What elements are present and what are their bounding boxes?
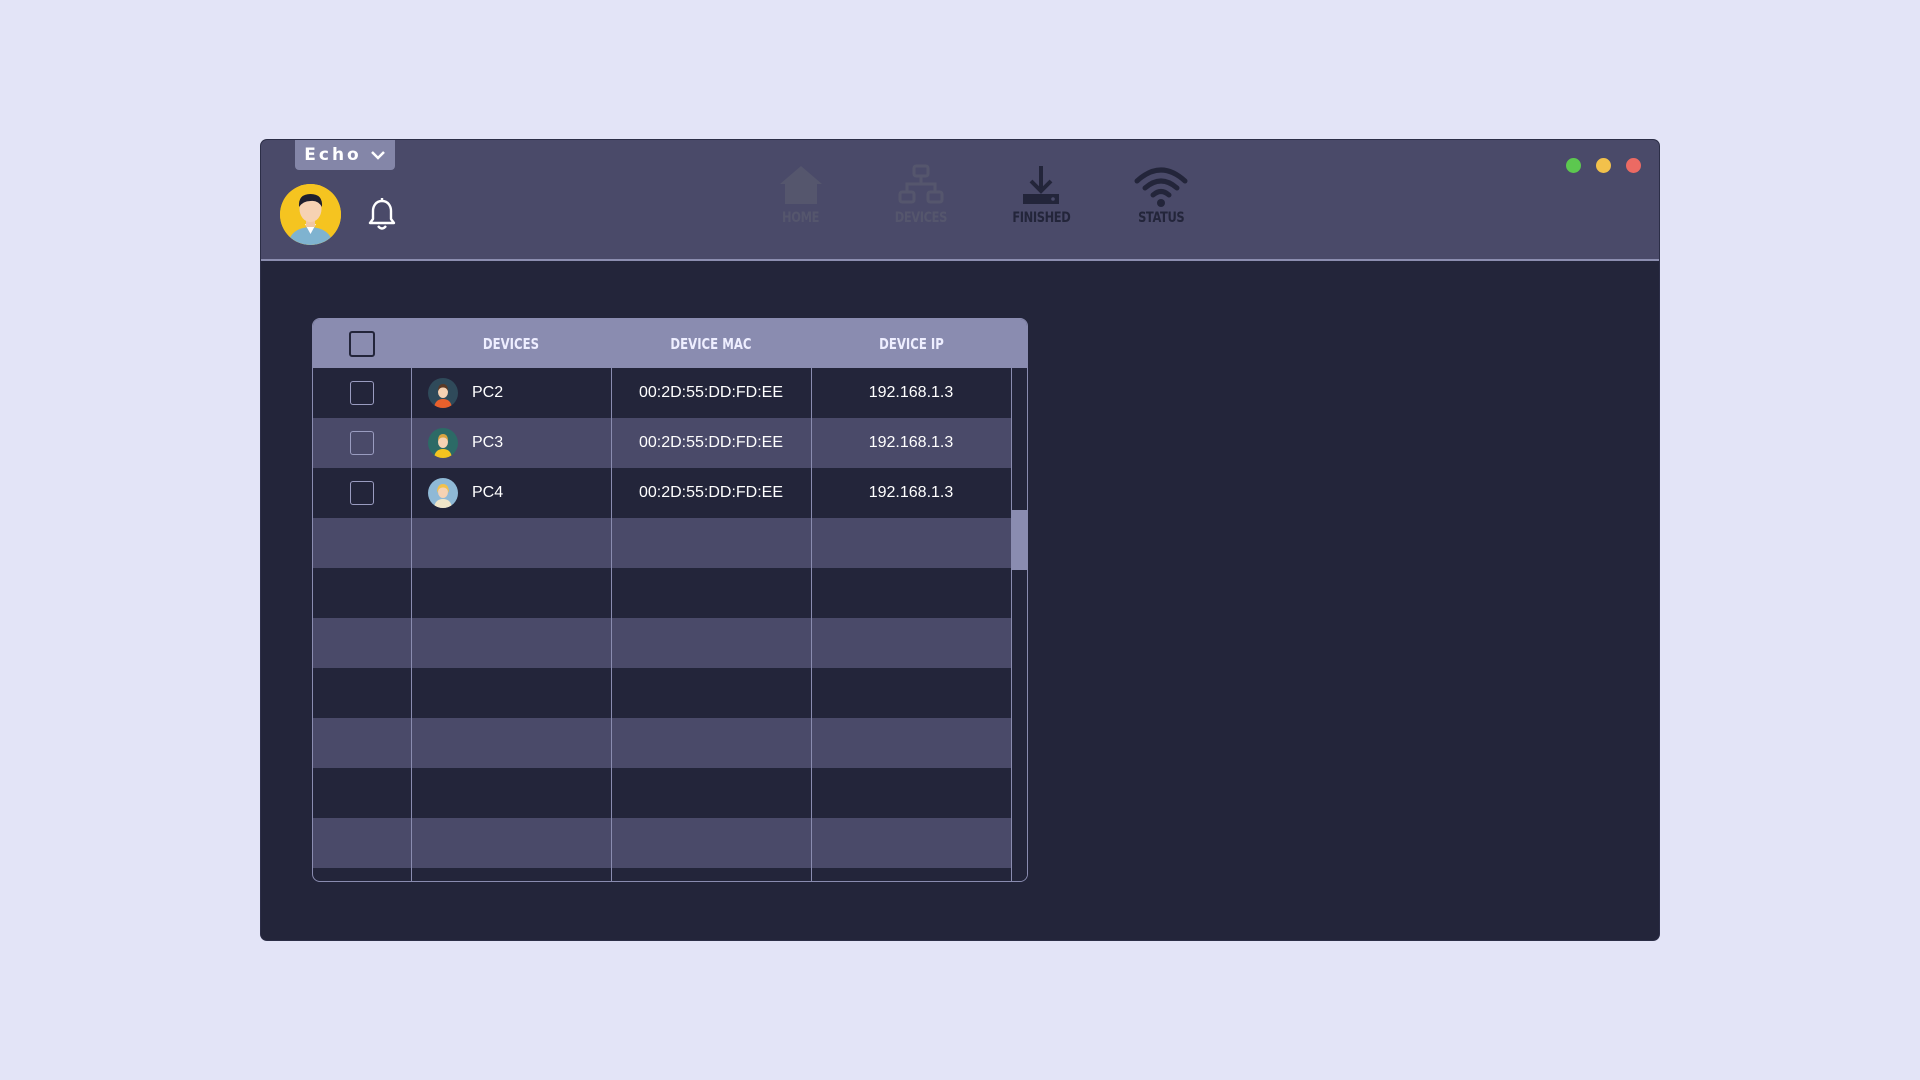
nav-status[interactable]: STATUS bbox=[1101, 164, 1221, 226]
column-divider bbox=[411, 368, 412, 881]
nav-devices-label: DEVICES bbox=[894, 210, 948, 226]
column-divider bbox=[611, 368, 612, 881]
window-minimize-button[interactable] bbox=[1596, 158, 1611, 173]
nav-status-label: STATUS bbox=[1137, 210, 1185, 226]
notification-bell-icon[interactable] bbox=[367, 197, 397, 231]
device-ip: 192.168.1.3 bbox=[868, 434, 954, 451]
window-maximize-button[interactable] bbox=[1566, 158, 1581, 173]
device-name: PC3 bbox=[472, 434, 504, 451]
chevron-down-icon bbox=[370, 151, 385, 160]
device-ip: 192.168.1.3 bbox=[868, 484, 954, 501]
network-icon bbox=[898, 164, 944, 204]
table-row[interactable]: PC3 00:2D:55:DD:FD:EE 192.168.1.3 bbox=[313, 418, 1011, 468]
home-icon bbox=[780, 166, 822, 204]
device-avatar bbox=[428, 478, 458, 508]
table-header: DEVICES DEVICE MAC DEVICE IP bbox=[313, 319, 1027, 368]
column-header-devices[interactable]: DEVICES bbox=[411, 319, 611, 368]
nav-finished-label: FINISHED bbox=[1012, 210, 1070, 226]
device-mac: 00:2D:55:DD:FD:EE bbox=[638, 384, 784, 401]
table-row[interactable]: PC4 00:2D:55:DD:FD:EE 192.168.1.3 bbox=[313, 468, 1011, 518]
select-all-checkbox[interactable] bbox=[349, 330, 375, 357]
table-row[interactable]: PC2 00:2D:55:DD:FD:EE 192.168.1.3 bbox=[313, 368, 1011, 418]
profile-dropdown[interactable]: Echo bbox=[295, 140, 395, 170]
window-close-button[interactable] bbox=[1626, 158, 1641, 173]
empty-table-row bbox=[313, 668, 1011, 718]
row-checkbox[interactable] bbox=[350, 381, 374, 405]
empty-table-row bbox=[313, 568, 1011, 618]
device-table: DEVICES DEVICE MAC DEVICE IP PC2 00:2D:5… bbox=[312, 318, 1028, 882]
row-checkbox[interactable] bbox=[350, 481, 374, 505]
column-header-ip[interactable]: DEVICE IP bbox=[811, 319, 1011, 368]
column-header-mac[interactable]: DEVICE MAC bbox=[611, 319, 811, 368]
main-nav: HOME DEVICES FINISHED STATUS bbox=[741, 164, 1221, 226]
device-ip: 192.168.1.3 bbox=[868, 384, 954, 401]
device-name: PC2 bbox=[472, 384, 504, 401]
table-scrollbar[interactable] bbox=[1011, 368, 1027, 881]
empty-table-row bbox=[313, 818, 1011, 868]
app-window: Echo HOME DEVICES FINISHED STATUS DEVICE… bbox=[261, 140, 1659, 940]
empty-table-row bbox=[313, 618, 1011, 668]
nav-home-label: HOME bbox=[782, 210, 820, 226]
scrollbar-thumb[interactable] bbox=[1012, 510, 1027, 570]
empty-table-row bbox=[313, 518, 1011, 568]
device-name: PC4 bbox=[472, 484, 504, 501]
device-avatar bbox=[428, 428, 458, 458]
nav-finished[interactable]: FINISHED bbox=[981, 164, 1101, 226]
download-icon bbox=[1023, 166, 1059, 204]
device-mac: 00:2D:55:DD:FD:EE bbox=[638, 434, 784, 451]
window-controls bbox=[1566, 158, 1641, 173]
nav-devices[interactable]: DEVICES bbox=[861, 164, 981, 226]
nav-home[interactable]: HOME bbox=[741, 164, 861, 226]
column-divider bbox=[811, 368, 812, 881]
profile-dropdown-label: Echo bbox=[304, 145, 362, 165]
device-mac: 00:2D:55:DD:FD:EE bbox=[638, 484, 784, 501]
empty-table-row bbox=[313, 718, 1011, 768]
row-checkbox[interactable] bbox=[350, 431, 374, 455]
device-avatar bbox=[428, 378, 458, 408]
wifi-icon bbox=[1134, 167, 1188, 207]
empty-table-row bbox=[313, 768, 1011, 818]
user-avatar[interactable] bbox=[280, 184, 341, 245]
titlebar: Echo HOME DEVICES FINISHED STATUS bbox=[261, 140, 1659, 261]
